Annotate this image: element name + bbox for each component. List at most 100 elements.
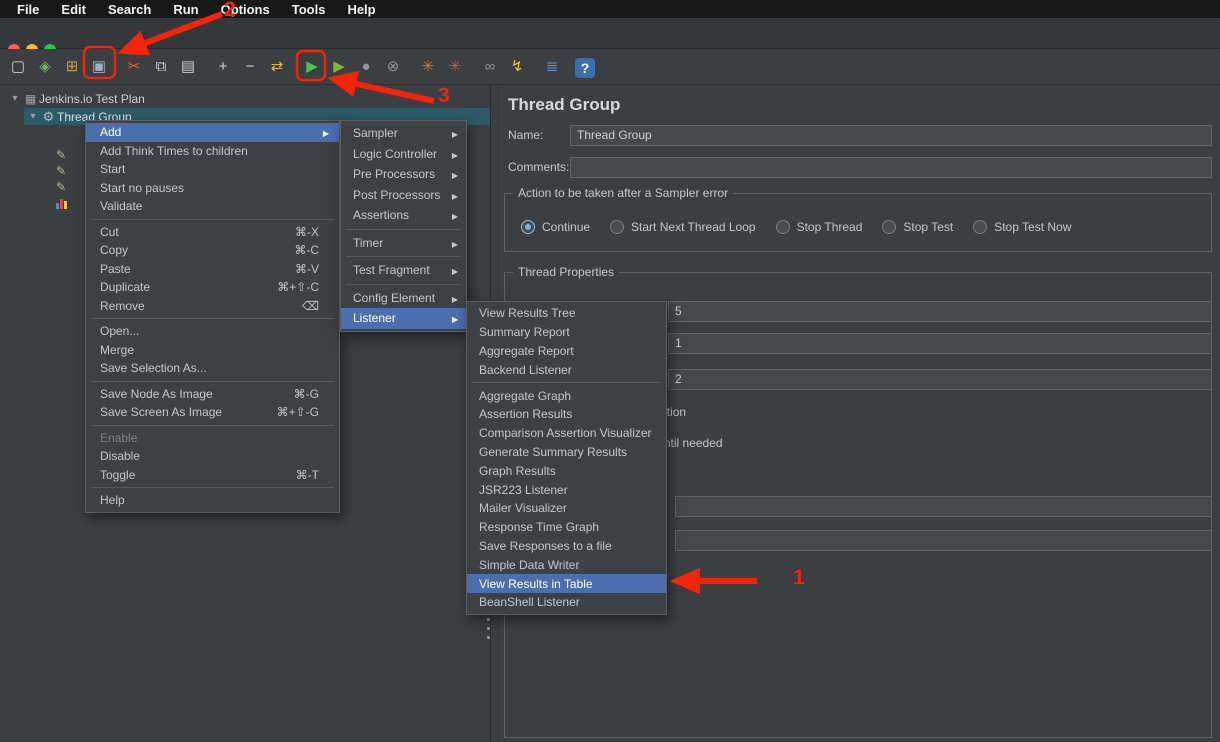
menubar-item[interactable]: Help (336, 2, 386, 17)
context-menu-item[interactable] (86, 216, 339, 223)
menubar-item[interactable]: Tools (281, 2, 337, 17)
listener-submenu-item[interactable]: Comparison Assertion Visualizer (467, 424, 666, 443)
context-menu-item[interactable]: Validate (86, 197, 339, 216)
menubar-item[interactable]: Run (162, 2, 209, 17)
listener-submenu-item[interactable]: Summary Report (467, 323, 666, 342)
radio-option[interactable]: Continue (521, 220, 590, 234)
listener-submenu-item[interactable]: BeanShell Listener (467, 593, 666, 612)
loop-count-field[interactable]: 2 (668, 369, 1212, 390)
listener-submenu-item[interactable]: Response Time Graph (467, 518, 666, 537)
listener-submenu-item[interactable]: Mailer Visualizer (467, 499, 666, 518)
listener-submenu-item[interactable]: View Results Tree (467, 304, 666, 323)
menubar-item[interactable]: Edit (50, 2, 97, 17)
menubar-item[interactable]: Search (97, 2, 162, 17)
context-menu-item[interactable]: Copy ⌘-C (86, 241, 339, 260)
menubar-item[interactable]: File (6, 2, 50, 17)
copy-icon[interactable]: ⧉ (149, 55, 173, 79)
listener-submenu-item[interactable]: Aggregate Graph (467, 386, 666, 405)
remote-shutdown-all-icon[interactable]: ✳ (443, 55, 467, 79)
tree-item-test-plan[interactable]: ▾ ▦ Jenkins.io Test Plan (0, 90, 490, 107)
add-submenu-item[interactable]: Pre Processors (341, 164, 466, 185)
context-menu-item[interactable] (86, 422, 339, 429)
duration-field[interactable] (675, 496, 1212, 517)
listener-submenu-item[interactable]: JSR223 Listener (467, 480, 666, 499)
radio-option[interactable]: Start Next Thread Loop (610, 220, 756, 234)
listener-submenu-item[interactable]: Backend Listener (467, 360, 666, 379)
context-menu-item[interactable]: Add (86, 123, 339, 142)
radio-option[interactable]: Stop Test Now (973, 220, 1071, 234)
add-submenu-item[interactable]: Test Fragment (341, 260, 466, 281)
add-submenu-item[interactable] (341, 226, 466, 233)
new-plan-icon[interactable]: ▢ (6, 55, 30, 79)
listener-submenu-item[interactable]: View Results in Table (467, 574, 666, 593)
context-menu-item[interactable]: Cut ⌘-X (86, 223, 339, 242)
add-submenu-item[interactable]: Post Processors (341, 185, 466, 206)
search-icon[interactable]: ∞ (478, 55, 502, 79)
listener-submenu-item[interactable] (467, 379, 666, 386)
add-submenu-item[interactable]: Listener (341, 308, 466, 329)
context-menu-item[interactable] (86, 484, 339, 491)
radio-option[interactable]: Stop Test (882, 220, 953, 234)
context-menu-item[interactable]: Duplicate ⌘+⇧-C (86, 278, 339, 297)
radio-option[interactable]: Stop Thread (776, 220, 863, 234)
toggle-icon[interactable]: ⇄ (265, 55, 289, 79)
ramp-up-period-field[interactable]: 1 (668, 333, 1212, 354)
shutdown-icon[interactable]: ⊗ (381, 55, 405, 79)
tree-item-sampler[interactable]: ✎ (56, 147, 66, 163)
startup-delay-field[interactable] (675, 530, 1212, 551)
save-icon[interactable]: ▣ (87, 55, 111, 79)
cut-icon[interactable]: ✂ (122, 55, 146, 79)
context-menu-item[interactable]: Start no pauses (86, 179, 339, 198)
context-menu-item[interactable]: Enable (86, 429, 339, 448)
tree-item-listener[interactable] (56, 195, 67, 211)
context-menu-item[interactable]: Open... (86, 322, 339, 341)
listener-submenu-item[interactable]: Graph Results (467, 461, 666, 480)
add-submenu-item[interactable]: Logic Controller (341, 144, 466, 165)
context-menu-item[interactable]: Disable (86, 447, 339, 466)
context-menu-item[interactable]: Remove ⌫ (86, 297, 339, 316)
divider-grip-icon[interactable] (487, 618, 490, 639)
collapse-handle-icon[interactable]: ▾ (8, 93, 22, 104)
collapse-all-icon[interactable]: − (238, 55, 262, 79)
templates-icon[interactable]: ◈ (33, 55, 57, 79)
menubar-item[interactable]: Options (210, 2, 281, 17)
tree-item-sampler[interactable]: ✎ (56, 163, 66, 179)
collapse-handle-icon[interactable]: ▾ (26, 111, 40, 122)
function-helper-icon[interactable]: ≣ (540, 55, 564, 79)
context-menu-item[interactable]: Add Think Times to children (86, 142, 339, 161)
number-of-threads-field[interactable]: 5 (668, 301, 1212, 322)
paste-icon[interactable]: ▤ (176, 55, 200, 79)
name-field[interactable]: Thread Group (570, 125, 1212, 146)
context-menu-item[interactable] (86, 315, 339, 322)
help-icon[interactable]: ? (575, 58, 595, 78)
context-menu-item[interactable]: Start (86, 160, 339, 179)
add-submenu-item[interactable]: Sampler (341, 123, 466, 144)
start-no-pauses-icon[interactable]: ▶ (327, 55, 351, 79)
context-menu-item[interactable]: Help (86, 491, 339, 510)
listener-submenu-item[interactable]: Generate Summary Results (467, 443, 666, 462)
listener-submenu-item[interactable]: Simple Data Writer (467, 555, 666, 574)
open-file-icon[interactable]: ⊞ (60, 55, 84, 79)
stop-icon[interactable]: ● (354, 55, 378, 79)
start-icon[interactable]: ▶ (300, 55, 324, 79)
search-reset-icon[interactable]: ↯ (505, 55, 529, 79)
tree-item-sampler[interactable]: ✎ (56, 179, 66, 195)
context-menu-item[interactable]: Save Node As Image ⌘-G (86, 385, 339, 404)
listener-submenu-item[interactable]: Assertion Results (467, 405, 666, 424)
add-submenu-item[interactable] (341, 253, 466, 260)
remote-start-all-icon[interactable]: ✳ (416, 55, 440, 79)
comments-field[interactable] (570, 157, 1212, 178)
context-menu-item[interactable]: Save Screen As Image ⌘+⇧-G (86, 403, 339, 422)
add-submenu-item[interactable]: Assertions (341, 205, 466, 226)
add-submenu-item[interactable]: Config Element (341, 288, 466, 309)
expand-all-icon[interactable]: + (211, 55, 235, 79)
add-submenu-item[interactable] (341, 281, 466, 288)
context-menu-item[interactable]: Toggle ⌘-T (86, 466, 339, 485)
context-menu-item[interactable]: Paste ⌘-V (86, 260, 339, 279)
listener-submenu-item[interactable]: Aggregate Report (467, 342, 666, 361)
context-menu-item[interactable] (86, 378, 339, 385)
listener-submenu-item[interactable]: Save Responses to a file (467, 537, 666, 556)
context-menu-item[interactable]: Merge (86, 341, 339, 360)
add-submenu-item[interactable]: Timer (341, 233, 466, 254)
context-menu-item[interactable]: Save Selection As... (86, 359, 339, 378)
